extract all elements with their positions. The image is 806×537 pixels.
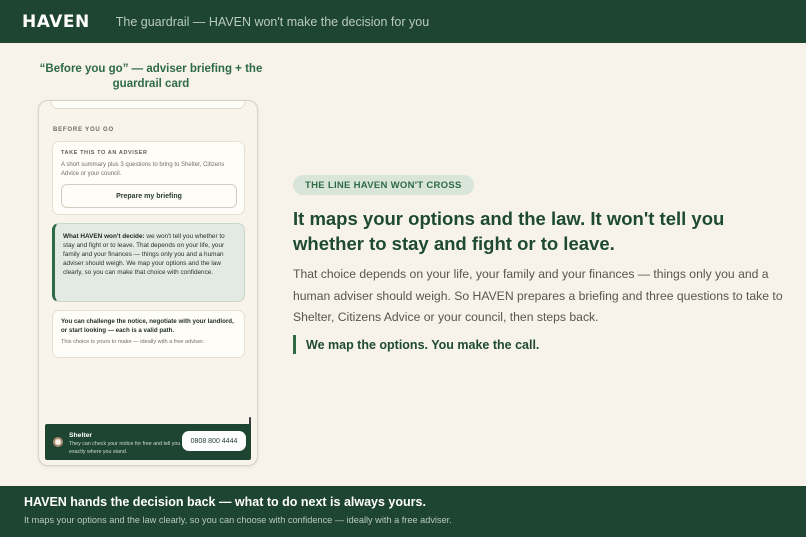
footer-bar: HAVEN hands the decision back — what to … — [0, 486, 806, 537]
main-body: That choice depends on your life, your f… — [293, 267, 783, 324]
shelter-name: Shelter — [69, 432, 93, 439]
brand-logo[interactable]: HAVEN — [22, 12, 90, 32]
previous-card — [51, 101, 245, 109]
shelter-logo-icon — [53, 437, 63, 447]
adviser-card: TAKE THIS TO AN ADVISER A short summary … — [52, 141, 245, 215]
guardrail-lead: What HAVEN won't decide: — [63, 233, 145, 240]
main-headline: It maps your options and the law. It won… — [293, 208, 725, 254]
adviser-card-description: A short summary plus 3 questions to brin… — [61, 162, 225, 177]
section-pill: THE LINE HAVEN WON'T CROSS — [293, 175, 474, 195]
prepare-briefing-button[interactable]: Prepare my briefing — [61, 184, 237, 208]
shelter-banner: Shelter They can check your notice for f… — [45, 424, 251, 460]
choice-card-note: This choice is yours to make — ideally w… — [61, 339, 205, 345]
choice-card: You can challenge the notice, negotiate … — [52, 310, 245, 358]
guardrail-card: What HAVEN won't decide: we won't tell y… — [52, 223, 245, 302]
choice-card-options: You can challenge the notice, negotiate … — [61, 318, 234, 334]
header-tagline: The guardrail — HAVEN won't make the dec… — [115, 14, 430, 29]
phone-mockup: BEFORE YOU GO TAKE THIS TO AN ADVISER A … — [38, 100, 258, 466]
footer-title: HAVEN hands the decision back — what to … — [24, 495, 426, 509]
pull-quote: We map the options. You make the call. — [293, 335, 539, 354]
shelter-description: They can check your notice for free and … — [69, 441, 181, 455]
footer-subtitle: It maps your options and the law clearly… — [24, 515, 452, 525]
section-label: BEFORE YOU GO — [53, 127, 114, 133]
mockup-caption: “Before you go” — adviser briefing + the… — [39, 63, 263, 90]
adviser-card-label: TAKE THIS TO AN ADVISER — [61, 150, 148, 156]
shelter-phone-button[interactable]: 0808 800 4444 — [182, 431, 246, 451]
top-bar: HAVEN The guardrail — HAVEN won't make t… — [0, 0, 806, 43]
